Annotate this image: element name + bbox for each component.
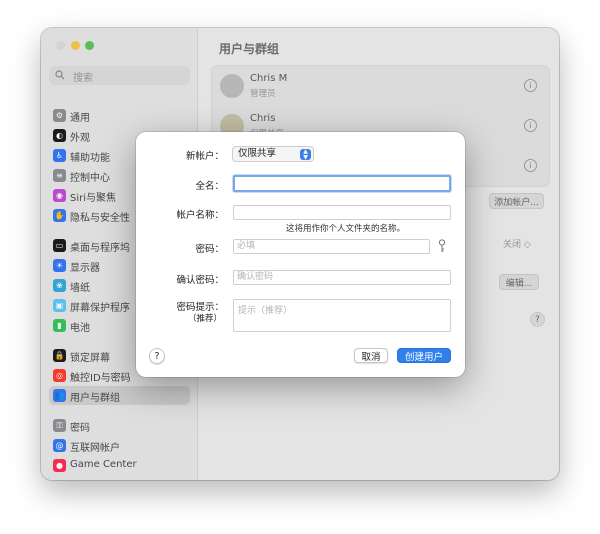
account-type-value: 仅限共享	[238, 148, 277, 159]
new-account-label: 新帐户：	[185, 151, 224, 162]
account-name-label: 帐户名称：	[176, 210, 224, 221]
password-placeholder: 必填	[237, 241, 256, 251]
account-name-field[interactable]	[233, 205, 451, 220]
chevron-updown-icon: ▲ ▼	[300, 149, 311, 160]
password-label: 密码：	[195, 244, 224, 255]
help-button[interactable]: ?	[149, 348, 165, 364]
verify-placeholder: 确认密码	[237, 272, 274, 282]
hint-placeholder: 提示（推荐）	[238, 306, 293, 316]
create-user-button[interactable]: 创建用户	[397, 348, 451, 363]
account-name-hint: 这将用作你个人文件夹的名称。	[286, 224, 406, 234]
password-hint-label: 密码提示：	[176, 302, 224, 313]
password-hint-sublabel: （推荐）	[187, 314, 222, 324]
account-type-select[interactable]: 仅限共享 ▲ ▼	[232, 146, 314, 162]
key-icon[interactable]	[437, 239, 447, 253]
verify-password-field[interactable]: 确认密码	[233, 270, 451, 285]
full-name-label: 全名：	[195, 181, 224, 192]
password-field[interactable]: 必填	[233, 239, 430, 254]
full-name-field[interactable]	[233, 175, 451, 192]
new-user-dialog: 新帐户： 仅限共享 ▲ ▼ 全名： 帐户名称： 这将用作你个人文件夹的名称。 密码…	[136, 132, 465, 377]
password-hint-field[interactable]: 提示（推荐）	[233, 299, 451, 332]
verify-password-label: 确认密码：	[176, 275, 224, 286]
cancel-button[interactable]: 取消	[354, 348, 388, 363]
